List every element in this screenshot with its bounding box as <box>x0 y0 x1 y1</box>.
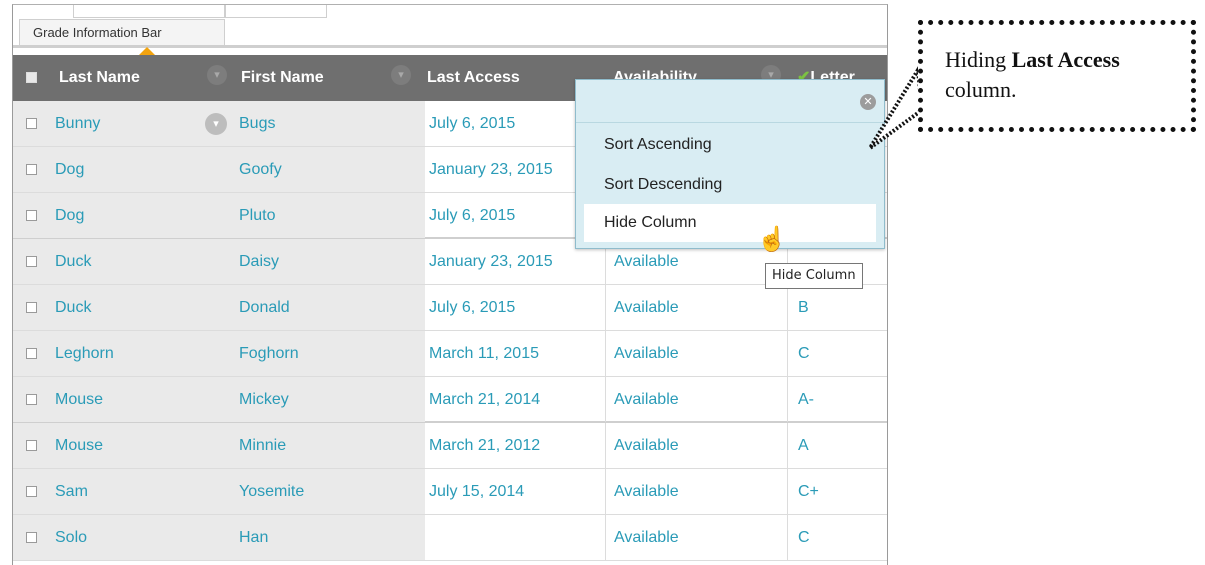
cell-first-name[interactable]: Yosemite <box>235 469 425 514</box>
cell-last-name[interactable]: Duck <box>53 239 235 284</box>
cell-first-name[interactable]: Han <box>235 515 425 560</box>
select-all-checkbox[interactable] <box>26 72 37 83</box>
grade-center-grid: Grade Information Bar Last Name ▾ First … <box>12 4 888 565</box>
cell-last-name[interactable]: Dog <box>53 193 235 238</box>
cell-last-access: July 15, 2014 <box>429 483 525 500</box>
cell-last-access: March 21, 2012 <box>429 437 541 454</box>
cell-last-access: July 6, 2015 <box>429 299 516 316</box>
cell-last-name[interactable]: Leghorn <box>53 331 235 376</box>
cell-letter-grade[interactable]: A- <box>787 377 887 422</box>
table-row: Duck Donald July 6, 2015 Available B <box>13 285 887 331</box>
cell-letter-grade[interactable]: C <box>787 515 887 560</box>
column-header-last-name[interactable]: Last Name <box>59 55 140 101</box>
cell-availability: Available <box>605 377 796 422</box>
row-select-cell <box>13 377 53 422</box>
callout-text-pre: Hiding <box>945 47 1012 72</box>
cell-last-name[interactable]: Solo <box>53 515 235 560</box>
sort-ascending-indicator <box>139 47 155 55</box>
row-select-cell <box>13 423 53 468</box>
cell-last-name[interactable]: Mouse <box>53 423 235 468</box>
cell-last-access <box>421 515 613 560</box>
row-select-cell <box>13 193 53 238</box>
hand-pointer-icon: ☝ <box>757 226 787 253</box>
row-select-cell <box>13 515 53 560</box>
menu-item-sort-ascending[interactable]: Sort Ascending <box>584 126 876 164</box>
table-row: Mouse Mickey March 21, 2014 Available A- <box>13 377 887 423</box>
cell-last-access: March 21, 2014 <box>429 391 541 408</box>
callout-text-post: column. <box>945 77 1017 102</box>
row-checkbox[interactable] <box>26 256 37 267</box>
cell-letter-grade[interactable]: B <box>787 285 887 330</box>
cell-last-access: March 11, 2015 <box>429 345 539 362</box>
cell-first-name[interactable]: Daisy <box>235 239 425 284</box>
cell-availability: Available <box>605 285 796 330</box>
cell-letter-grade[interactable]: C+ <box>787 469 887 514</box>
cell-letter-grade[interactable]: A <box>787 423 887 468</box>
cell-first-name[interactable]: Bugs <box>235 101 425 146</box>
chevron-down-icon[interactable]: ▾ <box>207 65 227 85</box>
column-header-first-name[interactable]: First Name <box>241 55 324 101</box>
cell-availability: Available <box>605 469 796 514</box>
cell-letter-grade[interactable]: C <box>787 331 887 376</box>
cell-availability: Available <box>605 423 796 468</box>
grade-information-bar-tab[interactable]: Grade Information Bar <box>19 19 225 45</box>
table-row: Leghorn Foghorn March 11, 2015 Available… <box>13 331 887 377</box>
cell-first-name[interactable]: Mickey <box>235 377 425 422</box>
row-checkbox[interactable] <box>26 164 37 175</box>
row-checkbox[interactable] <box>26 210 37 221</box>
cell-first-name[interactable]: Donald <box>235 285 425 330</box>
cell-last-name[interactable]: Sam <box>53 469 235 514</box>
row-select-cell <box>13 469 53 514</box>
menu-item-hide-column[interactable]: Hide Column <box>584 204 876 242</box>
row-select-cell <box>13 101 53 146</box>
cell-first-name[interactable]: Foghorn <box>235 331 425 376</box>
column-header-last-access[interactable]: Last Access <box>427 55 520 101</box>
chevron-down-icon[interactable]: ▾ <box>391 65 411 85</box>
row-select-cell <box>13 239 53 284</box>
row-checkbox[interactable] <box>26 486 37 497</box>
cell-last-name[interactable]: Dog <box>53 147 235 192</box>
column-context-menu: ✕ Sort Ascending Sort Descending Hide Co… <box>575 79 885 249</box>
menu-divider <box>576 122 884 123</box>
cell-last-name[interactable]: Duck <box>53 285 235 330</box>
row-checkbox[interactable] <box>26 302 37 313</box>
top-strip <box>13 5 887 18</box>
row-checkbox[interactable] <box>26 440 37 451</box>
row-checkbox[interactable] <box>26 394 37 405</box>
row-select-cell <box>13 147 53 192</box>
chevron-down-icon[interactable]: ▾ <box>205 113 227 135</box>
cell-availability: Available <box>605 515 796 560</box>
cell-first-name[interactable]: Goofy <box>235 147 425 192</box>
menu-item-sort-descending[interactable]: Sort Descending <box>584 166 876 204</box>
top-tab-fragment <box>225 5 327 18</box>
table-row: Mouse Minnie March 21, 2012 Available A <box>13 423 887 469</box>
row-select-cell <box>13 285 53 330</box>
cell-first-name[interactable]: Pluto <box>235 193 425 238</box>
row-checkbox[interactable] <box>26 118 37 129</box>
callout-text-bold: Last Access <box>1011 47 1120 72</box>
row-select-cell <box>13 331 53 376</box>
annotation-callout: Hiding Last Access column. <box>918 20 1196 132</box>
cell-last-name[interactable]: Mouse <box>53 377 235 422</box>
hide-column-tooltip: Hide Column <box>765 263 863 289</box>
top-tab-fragment <box>73 5 225 18</box>
cell-first-name[interactable]: Minnie <box>235 423 425 468</box>
table-row: Solo Han Available C <box>13 515 887 561</box>
row-checkbox[interactable] <box>26 532 37 543</box>
table-row: Sam Yosemite July 15, 2014 Available C+ <box>13 469 887 515</box>
cell-availability: Available <box>605 331 796 376</box>
row-checkbox[interactable] <box>26 348 37 359</box>
